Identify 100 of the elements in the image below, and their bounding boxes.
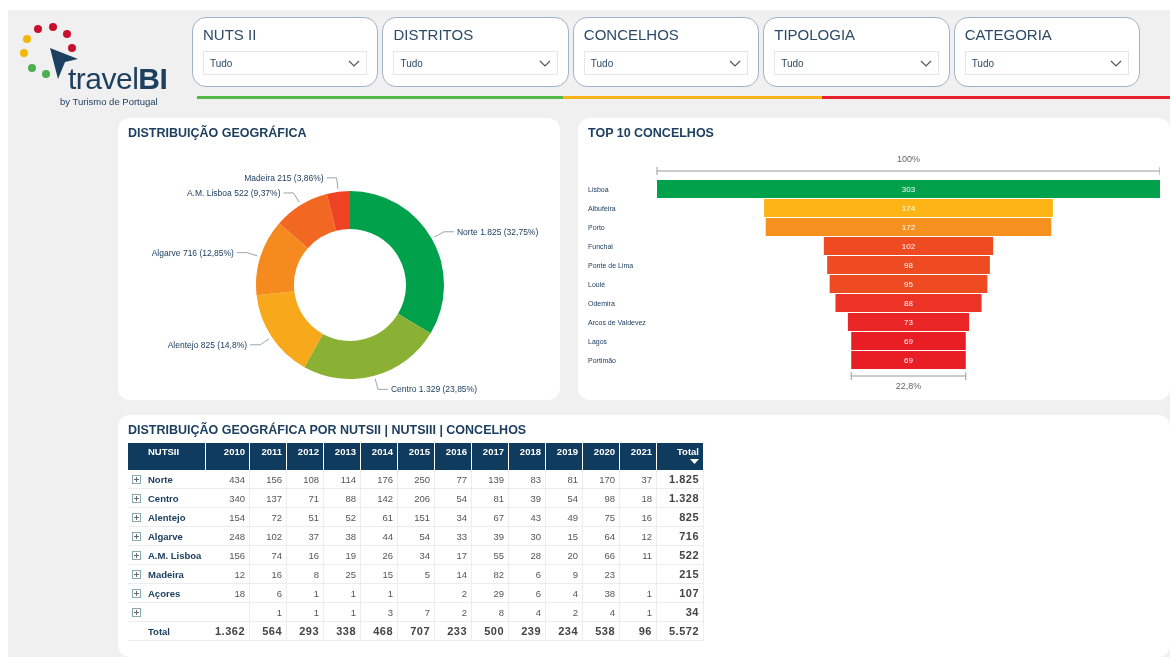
bar-value: 102 [901, 242, 916, 251]
column-header[interactable]: 2020 [582, 443, 620, 470]
column-header[interactable]: 2018 [508, 443, 546, 470]
bar-value: 174 [901, 204, 916, 213]
table-cell: 156 [249, 470, 287, 489]
table-cell: 9 [545, 564, 583, 584]
table-cell: 75 [582, 507, 620, 527]
table-cell: 250 [397, 470, 435, 489]
filter-dropdown[interactable]: Tudo [964, 51, 1130, 75]
column-header[interactable]: Total [656, 443, 704, 470]
table-cell: 8 [286, 564, 324, 584]
table-cell: 6 [249, 583, 287, 603]
table-cell: 8 [471, 602, 509, 622]
column-header[interactable]: 2013 [323, 443, 361, 470]
total-cell: 1.328 [656, 488, 704, 508]
chevron-down-icon [1110, 59, 1123, 67]
total-cell: 96 [619, 621, 657, 641]
column-header[interactable]: 2010 [205, 443, 250, 470]
table-cell: 2 [434, 602, 472, 622]
leader-line [326, 177, 339, 190]
table-cell: 2 [545, 602, 583, 622]
expand-button[interactable] [132, 474, 141, 484]
column-header[interactable]: 2017 [471, 443, 509, 470]
table-cell: 98 [582, 488, 620, 508]
total-cell: 338 [323, 621, 361, 641]
table-cell: 54 [434, 488, 472, 508]
filter-dropdown[interactable]: Tudo [774, 51, 939, 75]
table-cell: 20 [545, 545, 583, 565]
expand-button[interactable] [132, 531, 141, 541]
row-header: Açores [148, 587, 181, 599]
row-header: Algarve [148, 530, 183, 542]
filter-dropdown[interactable]: Tudo [203, 51, 368, 75]
table-cell: 139 [471, 470, 509, 489]
filter-dropdown[interactable]: Tudo [583, 51, 749, 75]
expand-button[interactable] [132, 550, 141, 560]
table-cell: 108 [286, 470, 324, 489]
expand-button[interactable] [132, 588, 141, 598]
card-title: DISTRIBUIÇÃO GEOGRÁFICA [128, 126, 308, 140]
table-cell: 18 [619, 488, 657, 508]
filter-label: CATEGORIA [964, 26, 1053, 43]
table-cell: 1 [619, 583, 657, 603]
table-cell: 51 [286, 507, 324, 527]
table-cell: 67 [471, 507, 509, 527]
table-cell: 43 [508, 507, 546, 527]
table-cell: 23 [582, 564, 620, 584]
table-cell: 33 [434, 526, 472, 546]
table-cell: 206 [397, 488, 435, 508]
table-cell: 434 [205, 470, 250, 489]
expand-button[interactable] [132, 569, 141, 579]
table-cell: 81 [545, 470, 583, 489]
column-header[interactable]: 2019 [545, 443, 583, 470]
column-header[interactable]: 2011 [249, 443, 287, 470]
filter-dropdown[interactable]: Tudo [393, 51, 558, 75]
column-header[interactable]: 2015 [397, 443, 435, 470]
column-header[interactable]: 2014 [360, 443, 398, 470]
leader-line [249, 338, 270, 346]
expand-button[interactable] [132, 512, 141, 522]
table-cell: 61 [360, 507, 398, 527]
table-cell: 26 [360, 545, 398, 565]
table-cell: 11 [619, 545, 657, 565]
expand-button[interactable] [132, 607, 141, 617]
table-cell: 74 [249, 545, 287, 565]
bar-value: 88 [904, 299, 913, 308]
leader-line [236, 252, 258, 257]
table-cell: 7 [397, 602, 435, 622]
slice-label: Centro 1.329 (23,85%) [390, 384, 477, 395]
table-cell: 34 [397, 545, 435, 565]
row-header: Madeira [148, 568, 184, 580]
table-cell: 1 [323, 602, 361, 622]
table-cell: 83 [508, 470, 546, 489]
column-header[interactable]: 2012 [286, 443, 324, 470]
table-cell: 114 [323, 470, 361, 489]
column-header[interactable]: NUTSII [128, 443, 206, 470]
table-cell: 66 [582, 545, 620, 565]
table-cell: 54 [397, 526, 435, 546]
table-cell: 6 [508, 583, 546, 603]
filter-label: CONCELHOS [583, 26, 680, 43]
total-cell: 5.572 [656, 621, 704, 641]
table-cell: 25 [323, 564, 361, 584]
table-cell: 16 [619, 507, 657, 527]
table-cell: 176 [360, 470, 398, 489]
table-cell: 44 [360, 526, 398, 546]
leader-line [433, 231, 455, 238]
total-cell: 1.362 [205, 621, 250, 641]
total-cell: 707 [397, 621, 435, 641]
table-cell: 4 [582, 602, 620, 622]
table-cell: 39 [508, 488, 546, 508]
table-cell: 37 [619, 470, 657, 489]
total-cell: 239 [508, 621, 546, 641]
table-cell: 19 [323, 545, 361, 565]
expand-button[interactable] [132, 493, 141, 503]
table-cell: 71 [286, 488, 324, 508]
column-header[interactable]: 2021 [619, 443, 657, 470]
filter-label: NUTS II [203, 26, 258, 43]
table-cell: 28 [508, 545, 546, 565]
row-header: Norte [148, 473, 173, 485]
card-title: DISTRIBUIÇÃO GEOGRÁFICA POR NUTSII | NUTSIII | CONCELHOS [128, 423, 528, 437]
table-cell: 12 [205, 564, 250, 584]
chevron-down-icon [919, 59, 932, 67]
column-header[interactable]: 2016 [434, 443, 472, 470]
